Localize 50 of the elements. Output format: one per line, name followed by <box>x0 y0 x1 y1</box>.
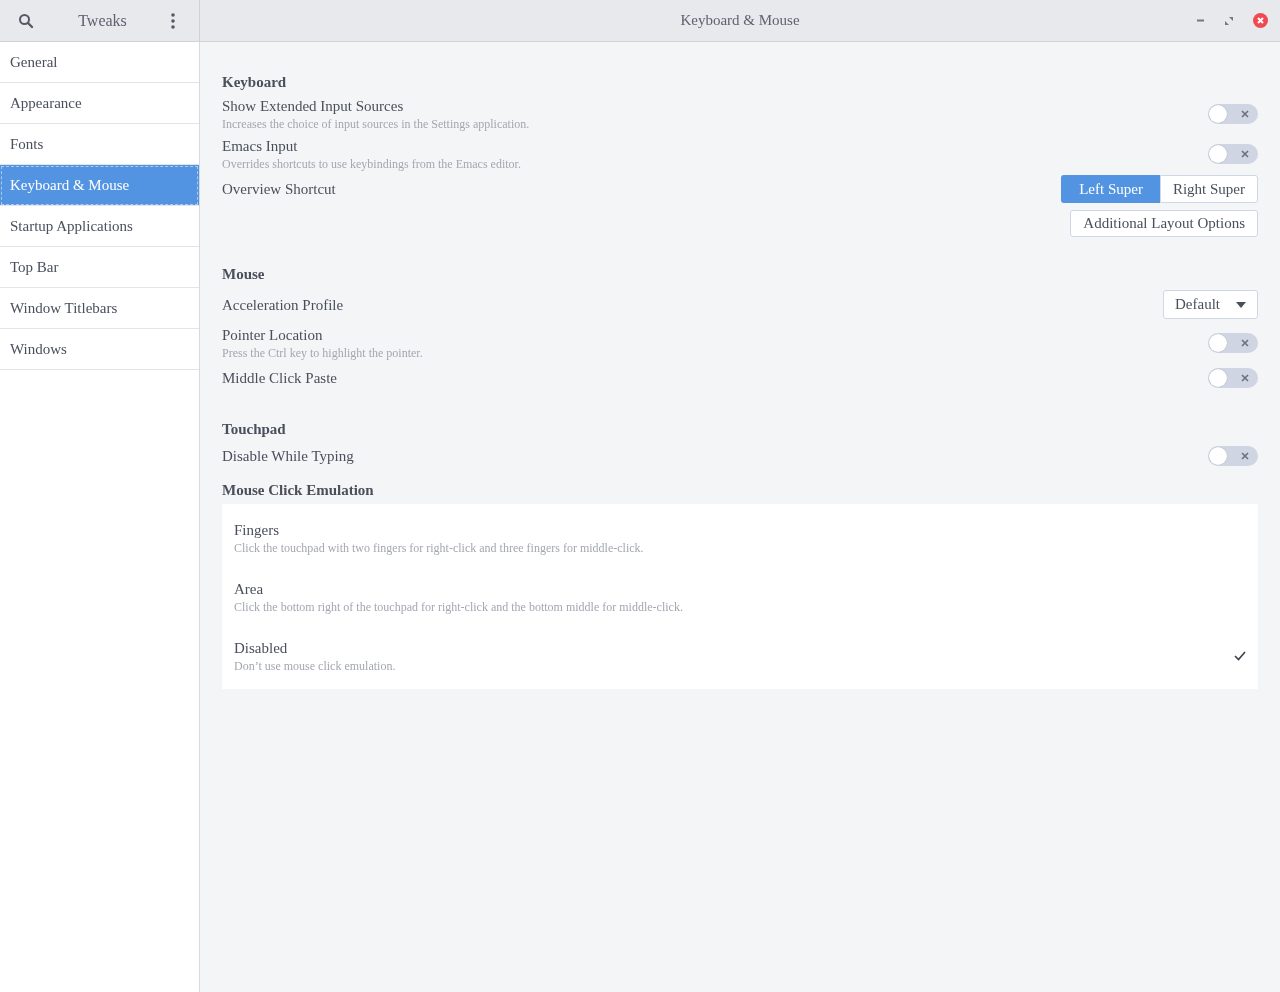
cross-icon <box>1241 339 1249 347</box>
setting-description: Increases the choice of input sources in the Settings application. <box>222 116 530 132</box>
sidebar-item[interactable]: Top Bar <box>0 247 199 288</box>
setting-label: Disable While Typing <box>222 447 354 466</box>
option-button[interactable]: Right Super <box>1159 175 1258 203</box>
setting-label: Acceleration Profile <box>222 295 344 315</box>
toggle-switch[interactable] <box>1208 144 1258 164</box>
cross-icon <box>1241 374 1249 382</box>
profile-dropdown[interactable]: Default <box>1163 290 1258 319</box>
cross-icon <box>1241 110 1249 118</box>
cross-icon <box>1241 452 1249 460</box>
sidebar-item[interactable]: General <box>0 42 199 83</box>
sidebar-item[interactable]: Windows <box>0 329 199 370</box>
setting-label: Emacs Input <box>222 137 299 156</box>
choice-description: Click the bottom right of the touchpad for right-click and the bottom middle for middle-click. <box>234 598 683 615</box>
toggle-switch[interactable] <box>1208 368 1258 388</box>
section-heading: Keyboard <box>222 73 288 92</box>
sidebar-item[interactable]: Appearance <box>0 83 199 124</box>
choice-row[interactable]: Disabled Don’t use mouse click emulation. <box>222 628 1258 687</box>
close-icon[interactable] <box>1253 13 1268 28</box>
setting-label: Show Extended Input Sources <box>222 97 405 116</box>
search-icon[interactable] <box>18 12 34 29</box>
section-heading: Touchpad <box>222 420 287 439</box>
setting-label: Pointer Location <box>222 326 324 345</box>
choice-label: Disabled <box>234 638 289 658</box>
setting-description: Press the Ctrl key to highlight the pointer. <box>222 345 423 361</box>
sidebar-item[interactable]: Startup Applications <box>0 206 199 247</box>
maximize-icon[interactable] <box>1225 16 1233 25</box>
toggle-switch[interactable] <box>1208 104 1258 124</box>
minimize-icon[interactable] <box>1197 19 1205 22</box>
choice-row[interactable]: Area Click the bottom right of the touchpad for right-click and the bottom middle for middle-click. <box>222 569 1258 628</box>
choice-description: Don’t use mouse click emulation. <box>234 657 396 674</box>
window-title: Keyboard & Mouse <box>680 12 800 29</box>
section-heading: Mouse <box>222 265 266 284</box>
choice-row[interactable]: Fingers Click the touchpad with two fingers for right-click and three fingers for middle-click. <box>222 510 1258 569</box>
toggle-switch[interactable] <box>1208 446 1258 466</box>
setting-label: Middle Click Paste <box>222 369 337 388</box>
section-heading: Mouse Click Emulation <box>222 481 375 500</box>
menu-icon[interactable] <box>171 12 175 29</box>
choice-label: Fingers <box>234 520 280 540</box>
choice-description: Click the touchpad with two fingers for right-click and three fingers for middle-click. <box>234 539 644 556</box>
sidebar-item[interactable]: Window Titlebars <box>0 288 199 329</box>
setting-label: Overview Shortcut <box>222 180 336 199</box>
layout-options-button[interactable]: Additional Layout Options <box>1070 209 1258 237</box>
caret-icon <box>1236 301 1246 308</box>
app-title: Tweaks <box>78 11 127 30</box>
toggle-switch[interactable] <box>1208 333 1258 353</box>
choice-label: Area <box>234 579 265 599</box>
cross-icon <box>1241 150 1249 158</box>
setting-description: Overrides shortcuts to use keybindings from the Emacs editor. <box>222 156 521 172</box>
